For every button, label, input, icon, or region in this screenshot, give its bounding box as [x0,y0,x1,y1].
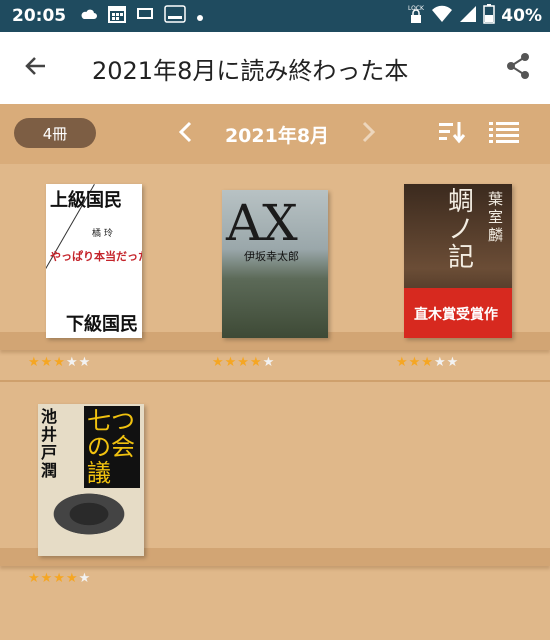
svg-text:LOCK: LOCK [408,5,425,12]
cover-title-top: 上級国民 [50,190,122,211]
wifi-icon [431,5,453,27]
list-view-icon [489,121,519,147]
rating-stars: ★★★★★ [28,355,92,370]
back-button[interactable] [0,32,72,104]
cover-title: 蜩ノ記 [448,187,475,273]
rating-stars: ★★★★★ [396,355,460,370]
battery-percent: 40% [501,6,542,26]
battery-icon [483,4,496,28]
dot-icon [196,7,204,26]
book-count-badge: 4冊 [14,118,96,148]
app-bar: 2021年8月に読み終わった本 [0,32,550,104]
book-cover-higurashi-no-ki[interactable]: 蜩ノ記 葉室 麟 直木賞受賞作 [404,184,512,338]
cover-author: 橘 玲 [92,229,113,239]
signal-icon [459,5,477,27]
chevron-right-icon [360,121,376,147]
tv-icon [136,6,154,26]
cover-award: 直木賞受賞作 [414,307,498,323]
prev-month-button[interactable] [172,116,200,152]
month-toolbar: 4冊 2021年8月 [0,104,550,164]
cover-title: 七つの会議 [84,406,140,488]
cover-title-bottom: 下級国民 [66,314,138,335]
share-icon [505,52,531,84]
bookshelf: 上級国民 橘 玲 やっぱり本当だった。 下級国民 ★★★★★ AX 伊坂幸太郎 … [0,164,550,640]
lock-icon: LOCK [407,3,425,29]
list-view-button[interactable] [484,118,524,150]
status-time: 20:05 [12,6,67,26]
cover-illustration [44,488,134,540]
cover-author: 伊坂幸太郎 [244,250,299,263]
book-cover-ax[interactable]: AX 伊坂幸太郎 [222,190,328,338]
current-month-label: 2021年8月 [224,124,330,147]
cover-subtitle: やっぱり本当だった。 [50,250,142,263]
status-bar: 20:05 LOCK 40% [0,0,550,32]
shelf-divider [0,380,550,382]
cloud-icon [80,7,98,26]
au-pay-icon [164,5,186,27]
cover-author: 池井戸 潤 [41,407,58,480]
book-cover-joukyuu-kokumin[interactable]: 上級国民 橘 玲 やっぱり本当だった。 下級国民 [46,184,142,338]
rating-stars: ★★★★★ [28,571,92,586]
arrow-left-icon [23,53,49,83]
sort-button[interactable] [434,118,470,150]
page-title: 2021年8月に読み終わった本 [92,56,409,85]
book-cover-nanatsu-no-kaigi[interactable]: 池井戸 潤 七つの会議 [38,404,144,556]
cover-award-band: 直木賞受賞作 [404,288,512,338]
month-navigator: 2021年8月 [172,116,382,152]
calendar-icon [108,5,127,27]
chevron-left-icon [178,121,194,147]
sort-icon [437,120,467,148]
rating-stars: ★★★★★ [212,355,276,370]
cover-title: AX [226,194,298,252]
share-button[interactable] [486,32,550,104]
cover-author: 葉室 麟 [488,190,504,244]
next-month-button[interactable] [354,116,382,152]
